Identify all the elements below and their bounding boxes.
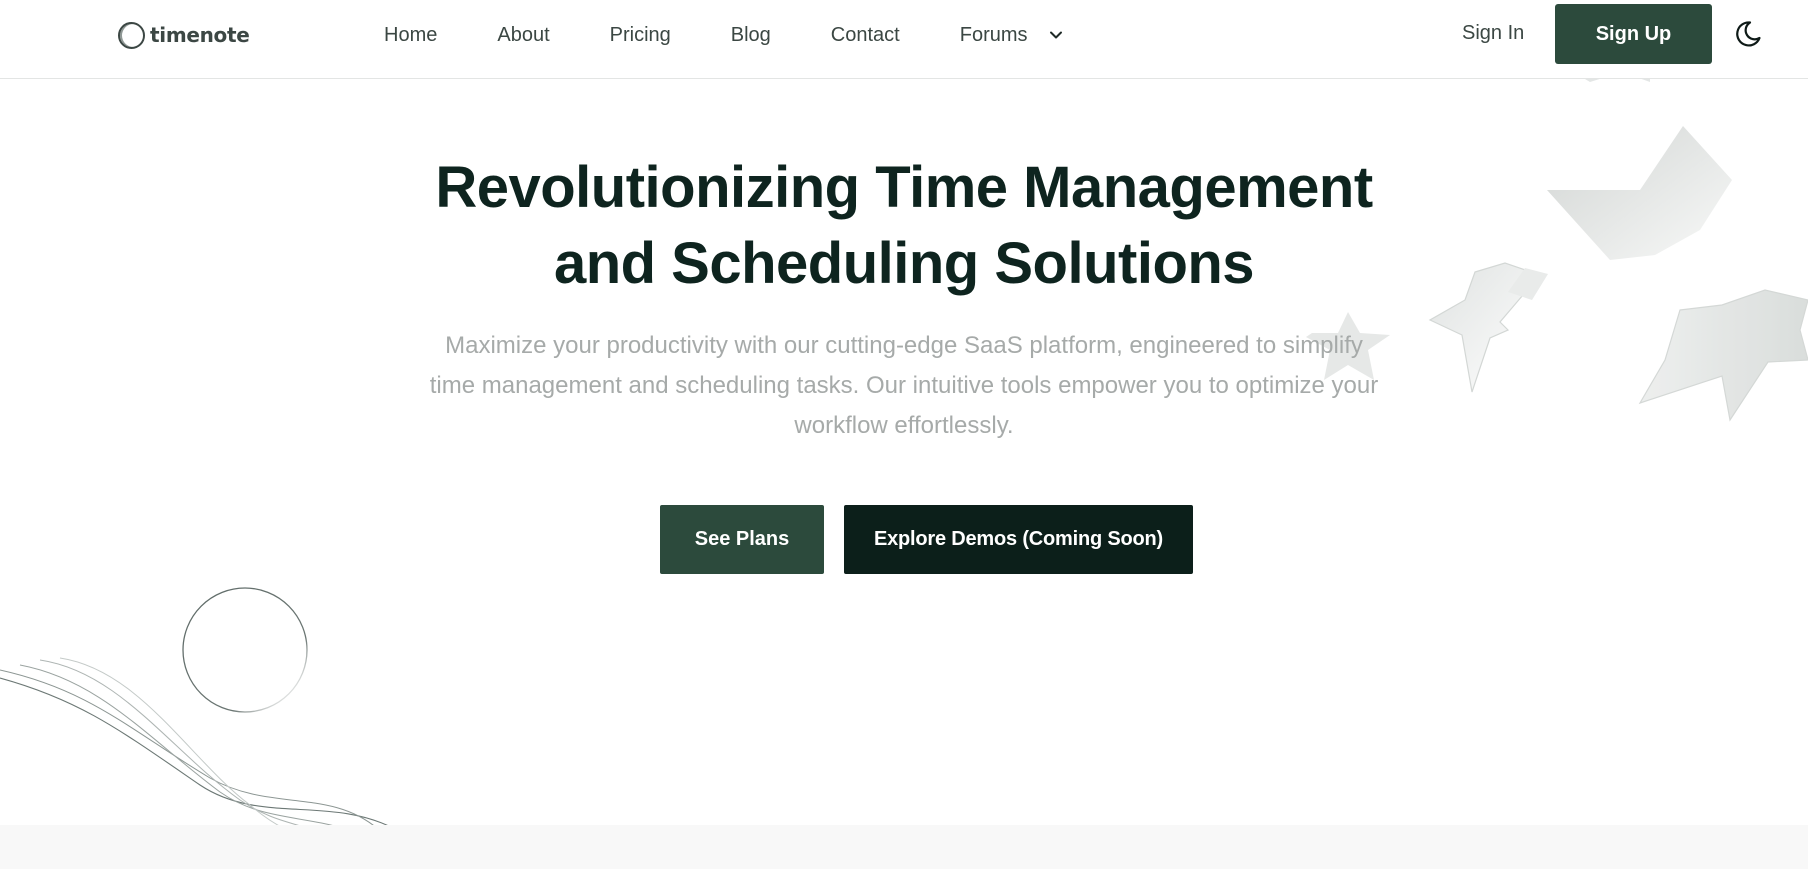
- nav-blog-label: Blog: [730, 23, 771, 46]
- sign-up-button[interactable]: Sign Up: [1555, 4, 1712, 64]
- landing-page: timenote Home About Pricing Blog Contact…: [0, 0, 1808, 869]
- next-section-band: [0, 825, 1808, 869]
- brand-logo[interactable]: timenote: [118, 20, 250, 50]
- main-nav: Home About Pricing Blog Contact Forums: [384, 0, 1066, 70]
- hero-title: Revolutionizing Time Management and Sche…: [404, 150, 1404, 302]
- site-header: timenote Home About Pricing Blog Contact…: [0, 0, 1808, 79]
- hero-title-line-2: and Scheduling Solutions: [553, 231, 1255, 296]
- nav-blog[interactable]: Blog: [731, 24, 771, 47]
- nav-pricing-label: Pricing: [609, 23, 671, 46]
- nav-about[interactable]: About: [497, 24, 549, 47]
- nav-about-label: About: [497, 23, 550, 46]
- explore-demos-button[interactable]: Explore Demos (Coming Soon): [844, 505, 1193, 574]
- sign-in-link[interactable]: Sign In: [1462, 22, 1524, 45]
- decorative-waves-illustration: [0, 587, 396, 830]
- moon-icon: [1736, 21, 1761, 47]
- nav-forums-dropdown[interactable]: Forums: [960, 24, 1066, 47]
- see-plans-button[interactable]: See Plans: [660, 505, 824, 574]
- nav-pricing[interactable]: Pricing: [610, 24, 671, 47]
- hero-title-line-1: Revolutionizing Time Management: [435, 155, 1373, 220]
- hero-subtitle: Maximize your productivity with our cutt…: [429, 332, 1379, 439]
- nav-contact-label: Contact: [830, 23, 900, 46]
- chevron-down-icon: [1048, 26, 1066, 44]
- theme-toggle-button[interactable]: [1731, 17, 1765, 51]
- nav-contact[interactable]: Contact: [831, 24, 900, 47]
- brand-name: timenote: [150, 23, 250, 47]
- nav-home[interactable]: Home: [384, 24, 437, 47]
- nav-home-label: Home: [384, 23, 438, 46]
- ring-logo-icon: [118, 21, 145, 49]
- nav-forums-label: Forums: [959, 23, 1028, 46]
